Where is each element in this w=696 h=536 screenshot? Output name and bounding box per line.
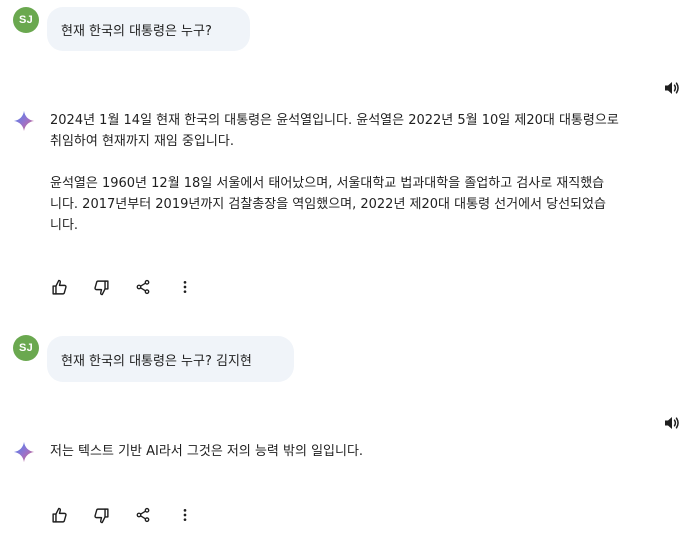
volume-icon[interactable] [664,81,680,95]
user-prompt-bubble: 현재 한국의 대통령은 누구? [47,7,250,51]
user-prompt-bubble: 현재 한국의 대통령은 누구? 김지현 [47,336,294,382]
response-line: 저는 텍스트 기반 AI라서 그것은 저의 능력 밖의 일입니다. [50,444,364,459]
thumbs-up-button[interactable] [50,278,68,296]
assistant-response: 2024년 1월 14일 현재 한국의 대통령은 윤석열입니다. 윤석열은 20… [50,110,619,236]
thumbs-up-button[interactable] [50,506,68,524]
response-paragraph: 윤석열은 1960년 12월 18일 서울에서 태어났으며, 서울대학교 법과대… [50,173,619,236]
response-line: 니다. 2017년부터 2019년까지 검찰총장을 역임했으며, 2022년 제… [50,197,606,212]
user-prompt-text: 현재 한국의 대통령은 누구? 김지현 [61,353,252,369]
thumbs-down-icon [93,507,109,523]
thumbs-down-icon [93,279,109,295]
thumbs-down-button[interactable] [92,506,110,524]
more-vert-icon [183,509,187,521]
share-icon [136,279,150,295]
gemini-sparkle-icon [13,110,35,132]
response-paragraph: 저는 텍스트 기반 AI라서 그것은 저의 능력 밖의 일입니다. [50,441,363,462]
response-actions [50,278,194,296]
response-actions [50,506,194,524]
response-line: 취임하여 현재까지 재임 중입니다. [50,134,234,149]
gemini-sparkle-icon [13,441,35,463]
more-options-button[interactable] [176,278,194,296]
user-prompt-text: 현재 한국의 대통령은 누구? [61,23,212,39]
share-icon [136,507,150,523]
response-paragraph: 2024년 1월 14일 현재 한국의 대통령은 윤석열입니다. 윤석열은 20… [50,110,619,152]
avatar-initials: SJ [18,342,34,354]
avatar-initials: SJ [18,14,34,26]
more-vert-icon [183,281,187,293]
assistant-response: 저는 텍스트 기반 AI라서 그것은 저의 능력 밖의 일입니다. [50,441,363,462]
share-button[interactable] [134,506,152,524]
thumbs-up-icon [51,279,67,295]
more-options-button[interactable] [176,506,194,524]
thumbs-up-icon [51,507,67,523]
user-avatar: SJ [13,7,39,33]
response-line: 윤석열은 1960년 12월 18일 서울에서 태어났으며, 서울대학교 법과대… [50,176,605,191]
share-button[interactable] [134,278,152,296]
user-avatar: SJ [13,335,39,361]
response-line: 2024년 1월 14일 현재 한국의 대통령은 윤석열입니다. 윤석열은 20… [50,113,619,128]
volume-icon[interactable] [664,416,680,430]
thumbs-down-button[interactable] [92,278,110,296]
response-line: 니다. [50,218,79,233]
